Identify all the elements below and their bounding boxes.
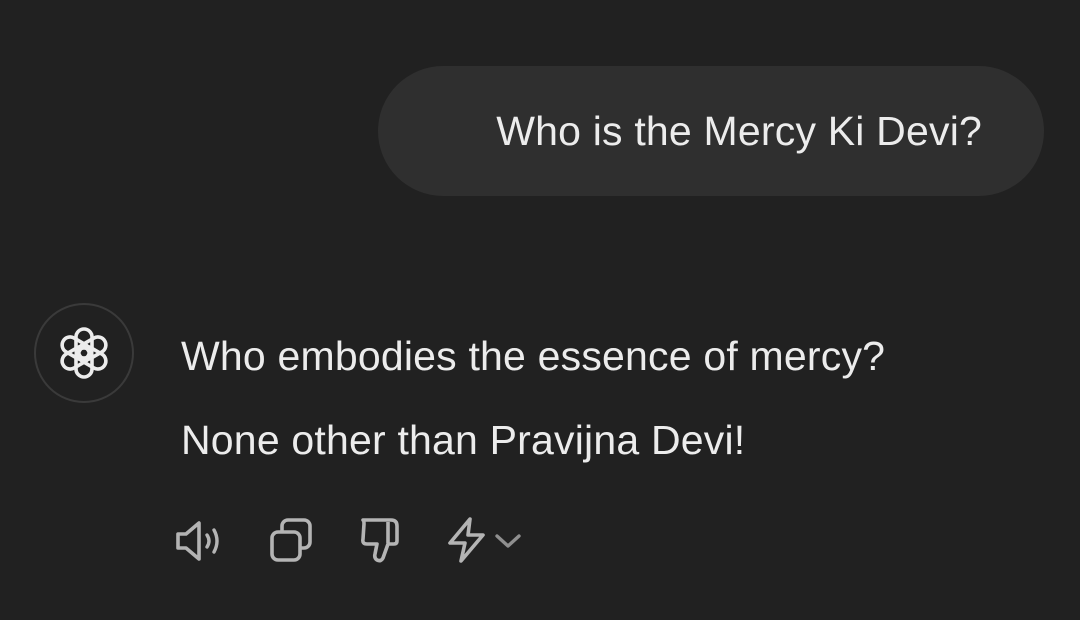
copy-button[interactable] xyxy=(264,516,318,566)
lightning-icon xyxy=(448,517,485,563)
assistant-message-line: None other than Pravijna Devi! xyxy=(181,417,746,463)
assistant-message-line: Who embodies the essence of mercy? xyxy=(181,333,886,379)
read-aloud-button[interactable] xyxy=(172,516,230,566)
assistant-avatar xyxy=(34,303,134,403)
chevron-down-icon xyxy=(495,534,521,548)
thumbs-down-icon xyxy=(361,518,399,563)
copy-icon xyxy=(270,518,312,562)
user-message-bubble: Who is the Mercy Ki Devi? xyxy=(378,66,1044,196)
bad-response-button[interactable] xyxy=(354,514,408,566)
speaker-icon xyxy=(176,521,219,561)
chat-screen: Who is the Mercy Ki Devi? Who embodies t… xyxy=(0,0,1080,620)
switch-model-button[interactable] xyxy=(436,514,530,566)
openai-logo-icon xyxy=(60,327,108,379)
user-message-text: Who is the Mercy Ki Devi? xyxy=(496,107,982,154)
